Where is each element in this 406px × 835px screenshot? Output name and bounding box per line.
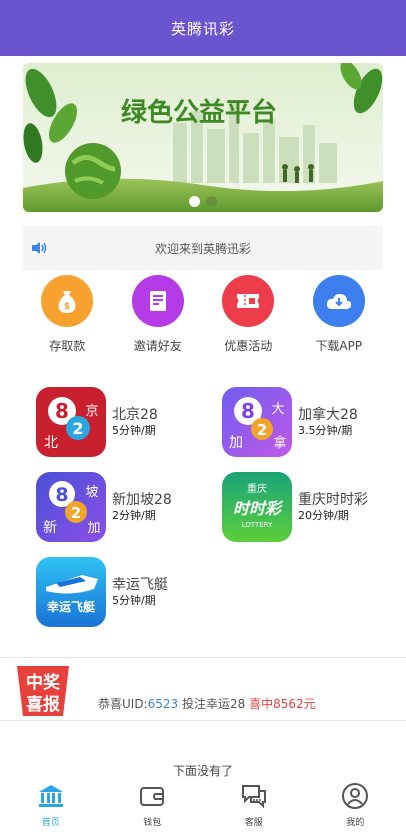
svg-text:加: 加	[87, 521, 100, 536]
list-end-note: 下面没有了	[172, 764, 233, 778]
svg-text:8: 8	[55, 484, 68, 506]
game-card-canada28[interactable]: 8 2 大 加 拿 加拿大28 3.5分钟/期	[222, 387, 392, 457]
ticker-win: 喜中8562元	[249, 697, 316, 711]
tab-home[interactable]: 首页	[0, 779, 102, 835]
chat-icon	[239, 781, 269, 811]
quick-action-download[interactable]: 下载APP	[294, 275, 385, 360]
svg-text:加: 加	[229, 435, 243, 451]
win-news-icon: 中奖 喜报	[17, 666, 69, 716]
top-header: 英腾讯彩	[0, 0, 406, 56]
game-name: 重庆时时彩	[298, 492, 368, 508]
game-period: 5分钟/期	[112, 424, 156, 437]
game-period: 20分钟/期	[298, 509, 349, 522]
quick-action-label: 存取款	[49, 339, 86, 353]
svg-text:京: 京	[85, 404, 98, 419]
banner-carousel[interactable]: 绿色公益平台	[23, 63, 383, 212]
svg-text:新: 新	[43, 520, 57, 536]
tab-label: 我的	[346, 818, 365, 828]
quick-action-label: 优惠活动	[224, 339, 273, 353]
svg-text:中奖: 中奖	[26, 672, 61, 693]
beijing28-icon: 8 2 京 北	[36, 387, 106, 457]
svg-text:2: 2	[71, 504, 81, 522]
banner-pagination	[23, 196, 383, 207]
bank-icon	[36, 781, 66, 811]
quick-action-invite[interactable]: 邀请好友	[113, 275, 204, 360]
game-period: 2分钟/期	[112, 509, 156, 522]
quick-action-label: 下载APP	[315, 339, 363, 353]
notice-bar: 欢迎来到英腾迅彩	[23, 226, 383, 270]
money-bag-icon: $	[41, 275, 94, 327]
game-period: 5分钟/期	[112, 594, 156, 607]
ticker-prefix: 恭喜UID:	[98, 697, 148, 711]
banner-image: 绿色公益平台	[23, 63, 383, 212]
chongqing-ssc-icon: 重庆 时时彩 LOTTERY	[222, 472, 292, 542]
svg-text:重庆: 重庆	[247, 482, 267, 495]
banner-dot-2[interactable]	[206, 196, 217, 207]
document-icon	[131, 275, 184, 327]
wallet-icon	[137, 781, 167, 811]
notice-text: 欢迎来到英腾迅彩	[154, 241, 251, 256]
game-name: 加拿大28	[298, 407, 358, 423]
svg-text:$: $	[64, 302, 70, 312]
canada28-icon: 8 2 大 加 拿	[222, 387, 292, 457]
singapore28-icon: 8 2 坡 新 加	[36, 472, 106, 542]
svg-text:喜报: 喜报	[26, 694, 60, 715]
game-name: 新加坡28	[112, 492, 172, 508]
svg-text:8: 8	[55, 399, 69, 423]
svg-text:时时彩: 时时彩	[233, 499, 284, 518]
game-name: 北京28	[112, 407, 158, 423]
ticker-middle: 投注幸运28	[178, 697, 250, 711]
quick-action-deposit[interactable]: $ 存取款	[22, 275, 113, 360]
game-name: 幸运飞艇	[112, 577, 168, 593]
svg-text:LOTTERY: LOTTERY	[242, 521, 273, 529]
speaker-icon	[31, 237, 53, 259]
game-card-chongqing-ssc[interactable]: 重庆 时时彩 LOTTERY 重庆时时彩 20分钟/期	[222, 472, 392, 542]
game-period: 3.5分钟/期	[298, 424, 353, 437]
svg-text:北: 北	[44, 435, 58, 451]
svg-text:拿: 拿	[273, 435, 286, 451]
quick-action-label: 邀请好友	[133, 339, 182, 353]
quick-actions: $ 存取款 邀请好友 优惠活动 下载APP	[22, 275, 384, 360]
user-icon	[340, 781, 370, 811]
svg-text:2: 2	[72, 419, 83, 438]
ticker-message: 恭喜UID:6523 投注幸运28 喜中8562元	[98, 695, 316, 712]
svg-text:8: 8	[241, 399, 255, 423]
banner-title: 绿色公益平台	[121, 97, 277, 128]
winner-ticker: 中奖 喜报 恭喜UID:6523 投注幸运28 喜中8562元	[0, 657, 406, 721]
ticker-uid: 6523	[147, 697, 179, 711]
game-card-singapore28[interactable]: 8 2 坡 新 加 新加坡28 2分钟/期	[36, 472, 206, 542]
banner-dot-1[interactable]	[189, 196, 200, 207]
svg-text:2: 2	[257, 421, 267, 439]
tab-profile[interactable]: 我的	[305, 779, 406, 835]
tab-label: 客服	[244, 818, 263, 828]
game-card-beijing28[interactable]: 8 2 京 北 北京28 5分钟/期	[36, 387, 206, 457]
svg-text:幸运飞艇: 幸运飞艇	[47, 599, 96, 614]
tab-label: 钱包	[143, 818, 162, 828]
svg-text:大: 大	[271, 402, 284, 417]
cloud-download-icon	[312, 275, 365, 327]
lucky-boat-icon: 幸运飞艇	[36, 557, 106, 627]
tab-customer-service[interactable]: 客服	[203, 779, 305, 835]
tab-wallet[interactable]: 钱包	[102, 779, 204, 835]
game-card-lucky-boat[interactable]: 幸运飞艇 幸运飞艇 5分钟/期	[36, 557, 206, 627]
bottom-tabbar: 首页 钱包 客服 我的	[0, 779, 406, 835]
app: 英腾讯彩 绿色公益平台 欢迎来到英腾迅彩 $ 存取款 邀请好友 优惠活动 下载A…	[0, 0, 406, 835]
tab-label: 首页	[41, 818, 60, 828]
quick-action-promotions[interactable]: 优惠活动	[203, 275, 294, 360]
svg-text:坡: 坡	[85, 485, 98, 500]
ticket-icon	[222, 275, 275, 327]
page-title: 英腾讯彩	[170, 19, 235, 38]
